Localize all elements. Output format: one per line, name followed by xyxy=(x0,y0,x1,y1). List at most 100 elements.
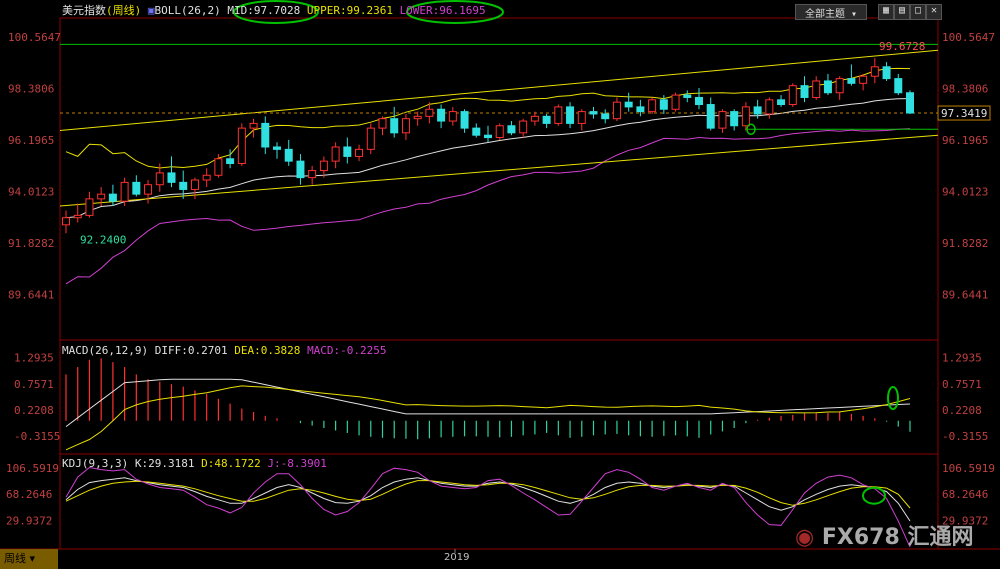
candle xyxy=(718,109,727,133)
candle-body xyxy=(343,146,352,157)
close-icon: ✕ xyxy=(930,5,938,16)
main-left-tick: 96.1965 xyxy=(8,134,54,147)
candle xyxy=(331,142,340,169)
candle-body xyxy=(413,115,422,120)
candle-body xyxy=(507,125,516,134)
chart-canvas[interactable]: 100.5647 100.5647 98.3806 98.3806 96.1965 96.… xyxy=(0,0,1000,569)
candle xyxy=(577,109,586,131)
candle-body xyxy=(261,122,270,148)
candle xyxy=(777,95,786,107)
main-left-tick: 94.0123 xyxy=(8,186,54,199)
macd-title: MACD(26,12,9) xyxy=(62,344,149,357)
boll-mid-line xyxy=(65,98,911,219)
low-label: 92.2400 xyxy=(80,233,126,246)
candle-body xyxy=(273,146,281,150)
candle xyxy=(624,92,633,112)
macd-right-tick: 0.2208 xyxy=(942,404,982,417)
high-label: 99.6728 xyxy=(879,40,925,53)
candle-body xyxy=(390,118,399,134)
close-button[interactable]: ✕ xyxy=(926,4,942,20)
candle xyxy=(437,104,446,129)
candle xyxy=(671,92,680,112)
candle xyxy=(730,109,739,131)
candle xyxy=(296,154,305,185)
candle xyxy=(859,73,868,91)
kdj-j-line xyxy=(65,466,911,548)
candle xyxy=(823,73,832,96)
mid-value: MID:97.7028 xyxy=(227,4,301,17)
candle xyxy=(800,76,809,103)
candle xyxy=(835,76,844,100)
candle xyxy=(261,116,270,155)
candle-body xyxy=(648,99,657,113)
candle-body xyxy=(530,115,539,122)
macd-left-tick: 0.7571 xyxy=(14,378,54,391)
candle-body xyxy=(226,158,235,164)
candle-body xyxy=(835,78,844,94)
candle-body xyxy=(366,127,375,150)
candle xyxy=(62,210,70,234)
candle-body xyxy=(706,104,715,129)
candle xyxy=(612,97,621,122)
macd-right-tick: 1.2935 xyxy=(942,352,982,365)
candle xyxy=(460,109,469,133)
grid-icon: ▤ xyxy=(898,5,906,16)
candle-body xyxy=(296,160,305,179)
kdj-left-tick: 68.2646 xyxy=(6,488,52,501)
main-left-tick: 98.3806 xyxy=(8,82,54,95)
candle-body xyxy=(718,111,727,129)
candle-body xyxy=(85,198,94,216)
candle-body xyxy=(788,85,797,106)
candle-body xyxy=(823,80,832,94)
candle xyxy=(566,102,575,129)
candle-body xyxy=(249,122,258,129)
candle-body xyxy=(155,172,164,186)
main-left-tick: 91.8282 xyxy=(8,237,54,250)
candle xyxy=(120,177,129,206)
year-label: 2019 xyxy=(444,552,470,563)
maximize-button[interactable]: □ xyxy=(910,4,926,20)
candle-body xyxy=(894,78,903,94)
macd-left-tick: 1.2935 xyxy=(14,352,54,365)
candle xyxy=(507,121,516,136)
candle-body xyxy=(319,160,328,172)
candle-body xyxy=(132,181,141,195)
main-left-tick: 100.5647 xyxy=(8,31,61,44)
theme-button[interactable]: 全部主题 ▾ xyxy=(795,4,867,20)
macd-left-tick: -0.3155 xyxy=(14,430,60,443)
candle xyxy=(390,106,399,138)
period-tab[interactable]: 周线 ▾ xyxy=(0,549,58,569)
period-tab-label: 周线 xyxy=(4,552,26,565)
macd-right-tick: -0.3155 xyxy=(942,430,988,443)
candle-body xyxy=(765,99,774,115)
main-right-tick: 100.5647 xyxy=(942,31,995,44)
candle-body xyxy=(542,115,551,124)
candle-body xyxy=(144,184,153,195)
kdj-right-tick: 68.2646 xyxy=(942,488,988,501)
candle xyxy=(542,113,551,129)
main-right-tick: 98.3806 xyxy=(942,82,988,95)
candle-body xyxy=(906,92,914,114)
candle xyxy=(812,76,821,100)
candle-body xyxy=(378,118,387,129)
symbol-title: 美元指数 xyxy=(62,4,106,17)
current-price-label: 97.3419 xyxy=(941,107,987,120)
candle-body xyxy=(800,85,809,98)
grid-icon-button[interactable]: ▤ xyxy=(894,4,910,20)
candle xyxy=(706,97,715,131)
kdj-left-tick: 29.9372 xyxy=(6,515,52,528)
candle xyxy=(882,62,891,81)
kdj-legend: KDJ(9,3,3) K:29.3181 D:48.1722 J:-8.3901 xyxy=(62,457,327,470)
main-right-tick: 91.8282 xyxy=(942,237,988,250)
chart-icon-button[interactable]: ▦ xyxy=(878,4,894,20)
candle xyxy=(179,170,188,199)
main-left-tick: 89.6441 xyxy=(8,289,54,302)
candle-body xyxy=(659,99,668,110)
candle-body xyxy=(437,108,446,122)
candle-body xyxy=(741,106,750,127)
candle xyxy=(401,113,410,140)
candle xyxy=(73,203,82,223)
candle xyxy=(636,99,645,117)
candle xyxy=(519,118,528,138)
main-legend: 美元指数(周线) ▣BOLL(26,2) MID:97.7028 UPPER:9… xyxy=(62,2,486,18)
